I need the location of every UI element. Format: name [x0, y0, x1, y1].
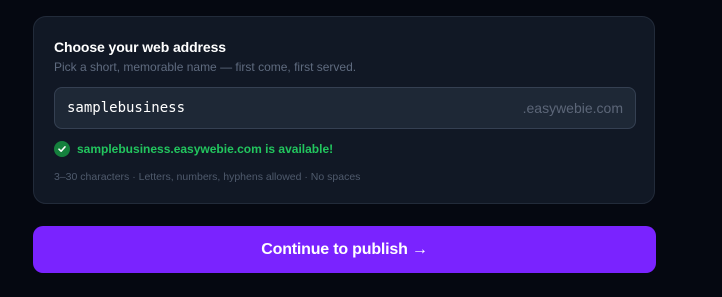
availability-status: samplebusiness.easywebie.com is availabl… [54, 141, 333, 157]
card-subtitle: Pick a short, memorable name — first com… [54, 60, 357, 74]
subdomain-input[interactable] [67, 88, 507, 128]
continue-to-publish-button[interactable]: Continue to publish → [33, 226, 656, 273]
check-circle-icon [54, 141, 70, 157]
card-title: Choose your web address [54, 39, 226, 55]
input-rules-hint: 3–30 characters · Letters, numbers, hyph… [54, 171, 361, 183]
web-address-card: Choose your web address Pick a short, me… [33, 16, 655, 204]
domain-suffix: .easywebie.com [522, 100, 623, 116]
availability-message: samplebusiness.easywebie.com is availabl… [77, 142, 334, 156]
web-address-field[interactable]: .easywebie.com [54, 87, 636, 129]
